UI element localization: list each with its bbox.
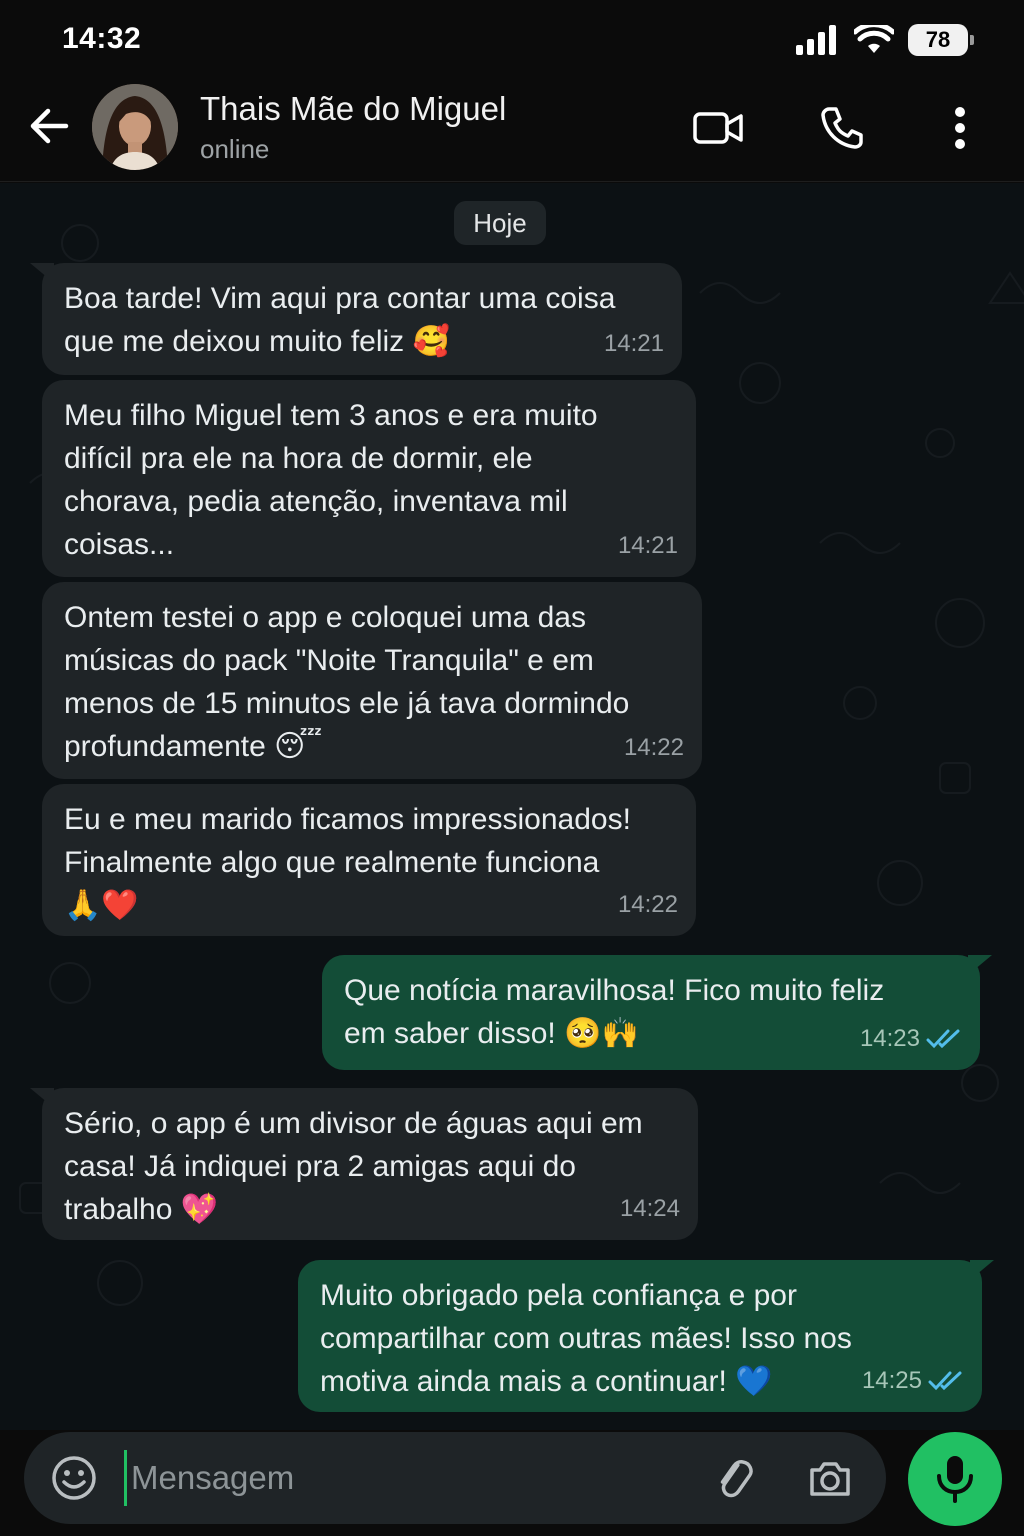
contact-status: online — [200, 134, 270, 164]
message-time: 14:24 — [619, 1195, 680, 1222]
message-meta: 14:25 — [862, 1359, 964, 1402]
message-text: Boa tarde! Vim aqui pra contar uma coisa… — [64, 282, 616, 358]
mic-icon — [937, 1456, 973, 1503]
message-incoming[interactable]: Sério, o app é um divisor de águas aqui … — [30, 1088, 698, 1240]
avatar-image — [92, 84, 178, 170]
signal-icon — [796, 25, 836, 55]
message-text: Meu filho Miguel tem 3 anos e era muito … — [64, 399, 598, 561]
message-text: Ontem testei o app e coloquei uma das mú… — [64, 601, 630, 763]
camera-icon — [810, 1462, 850, 1496]
more-options-icon — [955, 107, 965, 149]
phone-icon — [821, 107, 863, 149]
chat-area[interactable]: Hoje Boa tarde! Vim aqui pra contar uma … — [0, 183, 1024, 1430]
message-outgoing[interactable]: Que notícia maravilhosa! Fico muito feli… — [322, 955, 992, 1070]
message-time: 14:25 — [861, 1367, 922, 1394]
video-call-icon — [693, 112, 743, 144]
status-icons: 78 — [796, 24, 974, 56]
contact-name[interactable]: Thais Mãe do Miguel — [200, 90, 506, 128]
message-outgoing[interactable]: Muito obrigado pela confiança e por comp… — [298, 1260, 994, 1412]
message-time: 14:21 — [603, 330, 664, 357]
message-meta: 14:21 — [618, 524, 678, 567]
message-time: 14:22 — [623, 734, 684, 761]
mic-button[interactable] — [908, 1432, 1002, 1526]
voice-call-button[interactable] — [814, 104, 870, 152]
attach-icon — [720, 1460, 753, 1498]
avatar[interactable] — [92, 84, 178, 170]
emoji-button[interactable] — [50, 1454, 98, 1502]
message-text: Eu e meu marido ficamos impressionados! … — [64, 803, 631, 922]
message-meta: 14:23 — [860, 1017, 962, 1060]
message-incoming[interactable]: Ontem testei o app e coloquei uma das mú… — [42, 582, 702, 779]
message-meta: 14:21 — [604, 322, 664, 365]
message-time: 14:21 — [617, 532, 678, 559]
battery-indicator: 78 — [908, 24, 974, 56]
wifi-icon — [854, 25, 894, 53]
message-meta: 14:24 — [620, 1187, 680, 1230]
message-incoming[interactable]: Meu filho Miguel tem 3 anos e era muito … — [42, 380, 696, 577]
camera-button[interactable] — [806, 1454, 854, 1502]
message-input[interactable] — [124, 1450, 684, 1506]
read-ticks-icon — [928, 1371, 962, 1390]
composer — [0, 1430, 1024, 1536]
message-time: 14:23 — [859, 1025, 920, 1052]
message-meta: 14:22 — [618, 883, 678, 926]
date-divider: Hoje — [454, 201, 546, 245]
emoji-icon — [52, 1456, 96, 1500]
back-arrow-icon — [30, 108, 69, 144]
message-text: Sério, o app é um divisor de águas aqui … — [64, 1107, 643, 1226]
message-time: 14:22 — [617, 891, 678, 918]
message-incoming[interactable]: Boa tarde! Vim aqui pra contar uma coisa… — [30, 263, 682, 375]
message-incoming[interactable]: Eu e meu marido ficamos impressionados! … — [42, 784, 696, 936]
message-input-bar — [24, 1432, 886, 1524]
read-ticks-icon — [926, 1029, 960, 1048]
attach-button[interactable] — [710, 1454, 758, 1502]
status-bar: 14:32 78 — [0, 0, 1024, 80]
message-meta: 14:22 — [624, 726, 684, 769]
chat-header: Thais Mãe do Miguel online — [0, 80, 1024, 182]
back-button[interactable] — [26, 102, 74, 150]
status-time: 14:32 — [62, 22, 142, 55]
video-call-button[interactable] — [690, 104, 746, 152]
more-options-button[interactable] — [932, 104, 988, 152]
